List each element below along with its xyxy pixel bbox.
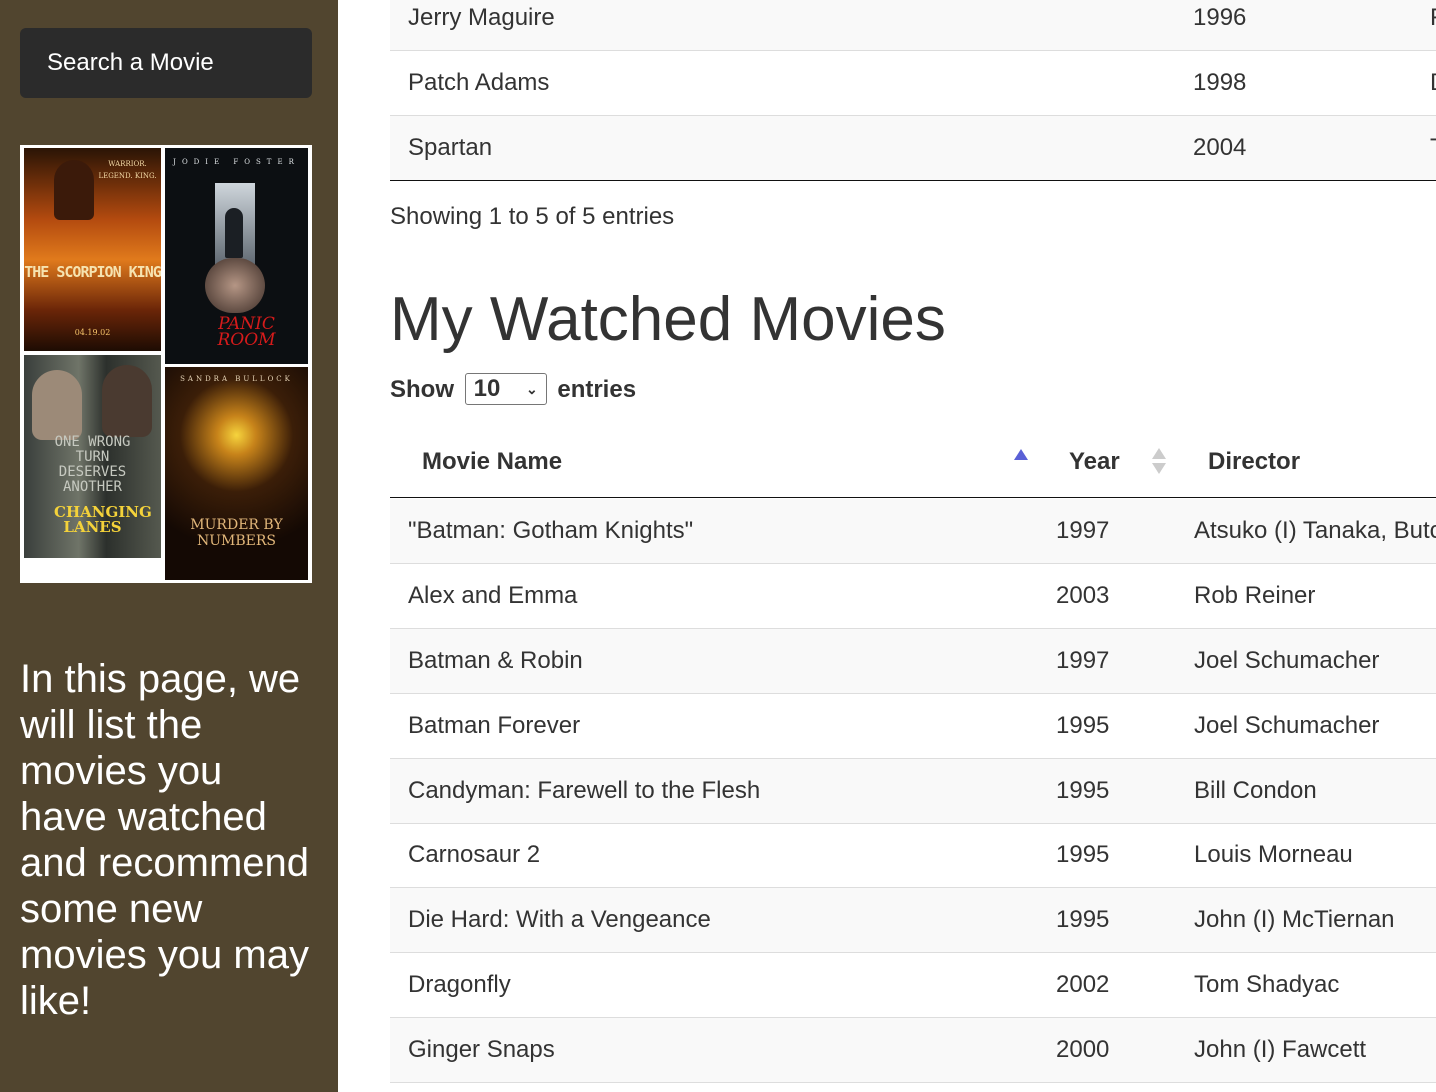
year-cell: 2003 [1056,582,1110,609]
poster-tagline: WARRIOR. LEGEND. KING. [98,160,157,180]
page-length-select[interactable]: 10 ⌄ [464,373,547,405]
director-cell: F [1430,0,1436,50]
poster-changing-lanes[interactable]: ONE WRONG TURN DESERVES ANOTHER CHANGING… [24,355,161,558]
sidebar: Search a Movie WARRIOR. LEGEND. KING. TH… [0,0,338,1092]
movie-name-cell: Ginger Snaps [408,1036,555,1063]
year-cell: 1995 [1056,906,1110,933]
main-content: Jerry Maguire 1996 F Patch Adams 1998 D … [390,0,1436,1092]
page-length-control: Show 10 ⌄ entries [390,373,636,407]
table-row[interactable]: Dragonfly 2002 Tom Shadyac [390,953,1436,1018]
movie-name-cell: Spartan [408,134,493,161]
poster-title: THE SCORPION KING [24,263,161,281]
table-row[interactable]: Jerry Maguire 1996 F [390,0,1436,51]
poster-credit: JODIE FOSTER [173,158,300,166]
movie-name-cell: Candyman: Farewell to the Flesh [408,777,761,804]
intro-text: In this page, we will list the movies yo… [20,657,310,1023]
chevron-down-icon: ⌄ [525,381,538,397]
year-cell: 1997 [1056,517,1110,544]
director-cell: Bill Condon [1194,777,1317,804]
search-movie-button[interactable]: Search a Movie [20,28,312,98]
poster-credit: SANDRA BULLOCK [180,375,293,383]
column-header-year[interactable]: Year [1069,427,1120,497]
poster-scorpion-king[interactable]: WARRIOR. LEGEND. KING. THE SCORPION KING… [24,148,161,351]
movie-name-cell: "Batman: Gotham Knights" [408,517,694,544]
director-cell: T [1430,116,1436,180]
year-cell: 2002 [1056,971,1110,998]
poster-title: MURDER BY NUMBERS [190,517,283,549]
director-cell: Louis Morneau [1194,841,1353,868]
movie-name-cell: Die Hard: With a Vengeance [408,906,711,933]
director-cell: John (I) McTiernan [1194,906,1395,933]
sort-icon[interactable] [1152,448,1166,474]
movie-name-cell: Carnosaur 2 [408,841,541,868]
director-cell: Joel Schumacher [1194,647,1380,674]
movie-name-cell: Patch Adams [408,69,550,96]
column-header-movie-name[interactable]: Movie Name [422,427,562,497]
year-cell: 2000 [1056,1036,1110,1063]
director-cell: Joel Schumacher [1194,712,1380,739]
poster-tagline: ONE WRONG TURN DESERVES ANOTHER [54,434,131,495]
table-row[interactable]: Spartan 2004 T [390,116,1436,180]
movie-name-cell: Jerry Maguire [408,4,555,31]
table-row[interactable]: Batman Forever 1995 Joel Schumacher [390,694,1436,759]
year-cell: 1996 [1193,4,1247,31]
table-row[interactable]: Ginger Snaps 2000 John (I) Fawcett [390,1018,1436,1083]
table-info: Showing 1 to 5 of 5 entries [390,203,675,230]
movie-name-cell: Dragonfly [408,971,511,998]
watched-table-header: Movie Name Year Director [390,427,1436,498]
movie-name-cell: Batman & Robin [408,647,583,674]
table-row[interactable]: Alex and Emma 2003 Rob Reiner [390,564,1436,629]
year-cell: 1995 [1056,841,1110,868]
table-row[interactable]: Die Hard: With a Vengeance 1995 John (I)… [390,888,1436,953]
entries-label: entries [557,376,637,403]
movie-name-cell: Alex and Emma [408,582,578,609]
watched-movies-title: My Watched Movies [390,285,946,354]
director-cell: Atsuko (I) Tanaka, Butc [1194,517,1436,544]
movie-name-cell: Batman Forever [408,712,581,739]
poster-title: CHANGING LANES [54,503,152,536]
table-bottom-border [390,180,1436,181]
poster-panic-room[interactable]: JODIE FOSTER PANIC ROOM [165,148,308,364]
director-cell: Rob Reiner [1194,582,1316,609]
year-cell: 1995 [1056,712,1110,739]
column-header-director[interactable]: Director [1208,427,1300,497]
poster-title: PANIC ROOM [217,314,276,350]
table-row[interactable]: Candyman: Farewell to the Flesh 1995 Bil… [390,759,1436,824]
director-cell: Tom Shadyac [1194,971,1340,998]
page-length-value: 10 [473,375,501,402]
poster-date: 04.19.02 [74,328,111,337]
year-cell: 1997 [1056,647,1110,674]
movie-posters-collage: WARRIOR. LEGEND. KING. THE SCORPION KING… [20,145,312,583]
sort-ascending-icon[interactable] [1014,449,1028,460]
table-row[interactable]: Batman & Robin 1997 Joel Schumacher [390,629,1436,694]
year-cell: 2004 [1193,134,1247,161]
year-cell: 1995 [1056,777,1110,804]
show-label: Show [390,376,454,403]
poster-murder-by-numbers[interactable]: SANDRA BULLOCK MURDER BY NUMBERS [165,367,308,580]
director-cell: John (I) Fawcett [1194,1036,1367,1063]
director-cell: D [1430,51,1436,115]
table-row[interactable]: Patch Adams 1998 D [390,51,1436,116]
table-row[interactable]: "Batman: Gotham Knights" 1997 Atsuko (I)… [390,499,1436,564]
year-cell: 1998 [1193,69,1247,96]
table-row[interactable]: Carnosaur 2 1995 Louis Morneau [390,823,1436,888]
